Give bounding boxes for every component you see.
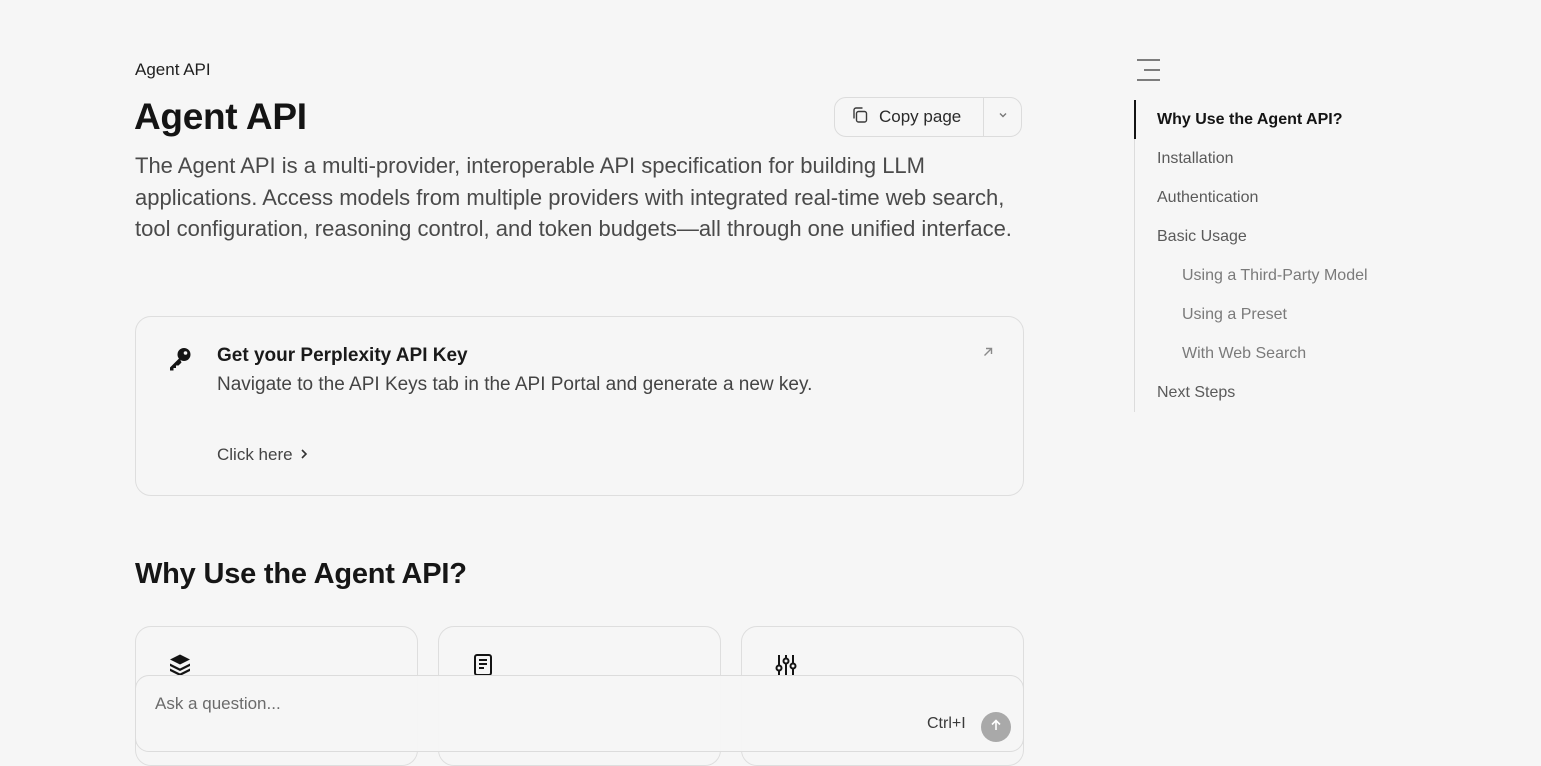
toc-item-next-steps[interactable]: Next Steps xyxy=(1157,384,1235,402)
toc-item-using-preset[interactable]: Using a Preset xyxy=(1182,306,1287,324)
copy-icon xyxy=(851,106,869,129)
toc-item-installation[interactable]: Installation xyxy=(1157,150,1234,168)
api-key-card-link[interactable]: Click here xyxy=(217,445,309,465)
send-button[interactable] xyxy=(981,712,1011,742)
toc-item-web-search[interactable]: With Web Search xyxy=(1182,345,1306,363)
breadcrumb: Agent API xyxy=(135,60,211,79)
table-of-contents: Why Use the Agent API? Installation Auth… xyxy=(1134,100,1435,412)
chevron-down-icon xyxy=(997,108,1009,126)
key-icon xyxy=(166,345,194,378)
section-title-why: Why Use the Agent API? xyxy=(135,558,467,590)
api-key-card-link-label: Click here xyxy=(217,445,293,464)
toc-item-third-party-model[interactable]: Using a Third-Party Model xyxy=(1182,267,1368,285)
toc-item-authentication[interactable]: Authentication xyxy=(1157,189,1258,207)
toc-item-why-use[interactable]: Why Use the Agent API? xyxy=(1157,111,1343,129)
api-key-card-description: Navigate to the API Keys tab in the API … xyxy=(217,374,813,395)
arrow-up-icon xyxy=(989,718,1003,737)
copy-page-button[interactable]: Copy page xyxy=(835,98,983,136)
copy-page-label: Copy page xyxy=(879,107,962,126)
api-key-card[interactable]: Get your Perplexity API Key Navigate to … xyxy=(135,316,1024,496)
intro-paragraph: The Agent API is a multi-provider, inter… xyxy=(135,153,1012,241)
chevron-right-icon xyxy=(299,445,309,465)
arrow-up-right-icon xyxy=(981,345,995,364)
ask-shortcut-hint: Ctrl+I xyxy=(927,715,966,732)
ask-question-input[interactable] xyxy=(153,690,917,718)
toc-item-basic-usage[interactable]: Basic Usage xyxy=(1157,228,1247,246)
copy-page-menu-button[interactable] xyxy=(984,98,1021,136)
copy-page-group: Copy page xyxy=(834,97,1022,137)
toc-active-indicator xyxy=(1134,100,1136,139)
api-key-card-title: Get your Perplexity API Key xyxy=(217,345,468,366)
page-title: Agent API xyxy=(134,96,307,137)
toc-icon[interactable] xyxy=(1136,58,1162,87)
ask-question-bar: Ctrl+I xyxy=(135,675,1024,752)
